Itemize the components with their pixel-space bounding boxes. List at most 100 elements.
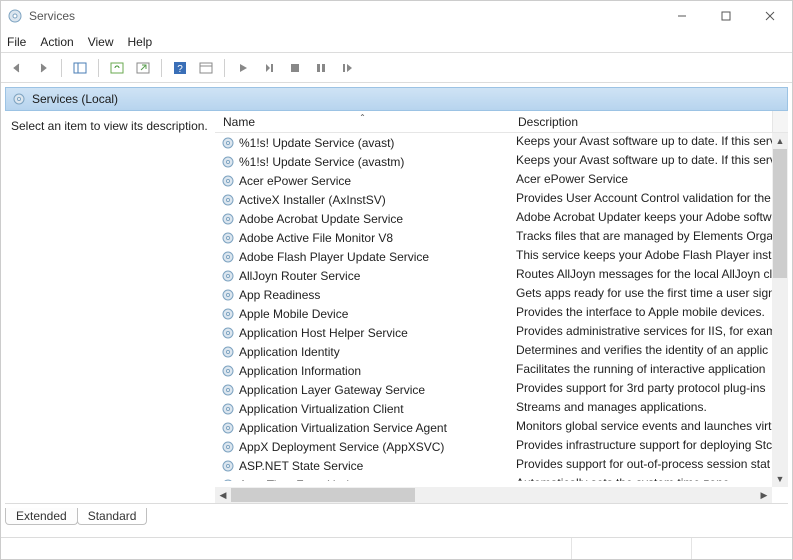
service-name: Acer ePower Service xyxy=(239,174,351,188)
service-description: Provides support for out-of-process sess… xyxy=(516,457,770,471)
sort-indicator-icon: ⌃ xyxy=(359,113,366,122)
service-name: %1!s! Update Service (avast) xyxy=(239,136,394,150)
back-icon[interactable] xyxy=(7,58,27,78)
service-description: Acer ePower Service xyxy=(516,172,628,186)
menu-bar: File Action View Help xyxy=(1,31,792,53)
service-icon xyxy=(221,231,235,245)
horizontal-scrollbar[interactable]: ◀ ▶ xyxy=(215,487,772,503)
service-icon xyxy=(221,250,235,264)
show-hide-tree-icon[interactable] xyxy=(70,58,90,78)
menu-help[interactable]: Help xyxy=(128,35,153,49)
help-icon[interactable]: ? xyxy=(170,58,190,78)
service-icon xyxy=(221,174,235,188)
properties-icon[interactable] xyxy=(196,58,216,78)
service-description: This service keeps your Adobe Flash Play… xyxy=(516,248,778,262)
view-tabs: Extended Standard xyxy=(5,503,788,525)
service-row[interactable]: AllJoyn Router ServiceRoutes AllJoyn mes… xyxy=(215,266,788,285)
service-description: Gets apps ready for use the first time a… xyxy=(516,286,775,300)
service-icon xyxy=(221,440,235,454)
service-icon xyxy=(221,269,235,283)
service-description: Keeps your Avast software up to date. If… xyxy=(516,134,776,148)
refresh-icon[interactable] xyxy=(107,58,127,78)
export-icon[interactable] xyxy=(133,58,153,78)
service-name: Application Information xyxy=(239,364,361,378)
service-icon xyxy=(221,478,235,482)
title-bar: Services xyxy=(1,1,792,31)
service-icon xyxy=(221,155,235,169)
vertical-scrollbar[interactable]: ▲ ▼ xyxy=(772,133,788,487)
service-row[interactable]: AppX Deployment Service (AppXSVC)Provide… xyxy=(215,437,788,456)
tab-extended[interactable]: Extended xyxy=(5,508,78,525)
service-description: Provides administrative services for IIS… xyxy=(516,324,776,338)
menu-action[interactable]: Action xyxy=(40,35,73,49)
service-row[interactable]: ASP.NET State Service Provides support fo… xyxy=(215,456,788,475)
service-description: Automatically sets the system time zone. xyxy=(516,476,733,481)
description-pane: Select an item to view its description. xyxy=(5,111,215,503)
service-description: Provides support for 3rd party protocol … xyxy=(516,381,765,395)
status-bar xyxy=(1,537,792,559)
column-description[interactable]: Description xyxy=(510,111,772,132)
service-row[interactable]: %1!s! Update Service (avast) Keeps your A… xyxy=(215,133,788,152)
scroll-up-icon[interactable]: ▲ xyxy=(772,133,788,149)
pause-service-icon[interactable] xyxy=(311,58,331,78)
service-row[interactable]: Application InformationFacilitates the r… xyxy=(215,361,788,380)
service-name: Application Host Helper Service xyxy=(239,326,408,340)
restart-service-icon[interactable] xyxy=(259,58,279,78)
service-row[interactable]: Application Host Helper Service Provides … xyxy=(215,323,788,342)
service-row[interactable]: Application Virtualization Service Agent… xyxy=(215,418,788,437)
service-row[interactable]: %1!s! Update Service (avastm)Keeps your … xyxy=(215,152,788,171)
start-service-icon[interactable] xyxy=(233,58,253,78)
service-description: Routes AllJoyn messages for the local Al… xyxy=(516,267,775,281)
service-description: Determines and verifies the identity of … xyxy=(516,343,768,357)
services-list[interactable]: %1!s! Update Service (avast) Keeps your A… xyxy=(215,133,788,481)
service-row[interactable]: ActiveX Installer (AxInstSV) Provides Use… xyxy=(215,190,788,209)
scroll-right-icon[interactable]: ▶ xyxy=(756,487,772,503)
service-name: Adobe Acrobat Update Service xyxy=(239,212,403,226)
service-description: Adobe Acrobat Updater keeps your Adobe s… xyxy=(516,210,772,224)
service-name: Adobe Flash Player Update Service xyxy=(239,250,429,264)
service-row[interactable]: Adobe Acrobat Update Service Adobe Acroba… xyxy=(215,209,788,228)
service-row[interactable]: Application Layer Gateway ServiceProvide… xyxy=(215,380,788,399)
column-description-label: Description xyxy=(518,115,578,129)
service-icon xyxy=(221,307,235,321)
column-name[interactable]: Name ⌃ xyxy=(215,111,510,132)
service-name: Adobe Active File Monitor V8 xyxy=(239,231,393,245)
tab-standard[interactable]: Standard xyxy=(77,508,148,525)
service-icon xyxy=(221,326,235,340)
column-name-label: Name xyxy=(223,115,255,129)
resume-service-icon[interactable] xyxy=(337,58,357,78)
service-row[interactable]: Apple Mobile DeviceProvides the interfac… xyxy=(215,304,788,323)
minimize-button[interactable] xyxy=(660,1,704,31)
column-headers: Name ⌃ Description xyxy=(215,111,788,133)
services-icon xyxy=(12,92,26,106)
close-button[interactable] xyxy=(748,1,792,31)
service-name: Auto Time Zone Updater xyxy=(239,478,370,482)
maximize-button[interactable] xyxy=(704,1,748,31)
service-name: AppX Deployment Service (AppXSVC) xyxy=(239,440,444,454)
scroll-thumb-vertical[interactable] xyxy=(773,149,787,278)
scroll-left-icon[interactable]: ◀ xyxy=(215,487,231,503)
service-row[interactable]: Auto Time Zone Updater Automatically sets… xyxy=(215,475,788,481)
menu-file[interactable]: File xyxy=(7,35,26,49)
service-name: Application Virtualization Client xyxy=(239,402,404,416)
scroll-thumb-horizontal[interactable] xyxy=(231,488,415,502)
service-name: Application Virtualization Service Agent xyxy=(239,421,447,435)
service-row[interactable]: Application Virtualization Client Streams… xyxy=(215,399,788,418)
service-row[interactable]: Adobe Active File Monitor V8Tracks files… xyxy=(215,228,788,247)
description-prompt: Select an item to view its description. xyxy=(11,119,208,133)
service-row[interactable]: Acer ePower Service Acer ePower Service xyxy=(215,171,788,190)
scroll-down-icon[interactable]: ▼ xyxy=(772,471,788,487)
service-name: ActiveX Installer (AxInstSV) xyxy=(239,193,386,207)
service-row[interactable]: App ReadinessGets apps ready for use the… xyxy=(215,285,788,304)
service-description: Keeps your Avast software up to date. If… xyxy=(516,153,776,167)
service-name: ASP.NET State Service xyxy=(239,459,363,473)
stop-service-icon[interactable] xyxy=(285,58,305,78)
scope-title: Services (Local) xyxy=(32,92,118,106)
service-description: Provides User Account Control validation… xyxy=(516,191,771,205)
service-row[interactable]: Application Identity Determines and verif… xyxy=(215,342,788,361)
menu-view[interactable]: View xyxy=(88,35,114,49)
service-row[interactable]: Adobe Flash Player Update Service This se… xyxy=(215,247,788,266)
service-description: Streams and manages applications. xyxy=(516,400,707,414)
service-name: Application Identity xyxy=(239,345,340,359)
forward-icon[interactable] xyxy=(33,58,53,78)
